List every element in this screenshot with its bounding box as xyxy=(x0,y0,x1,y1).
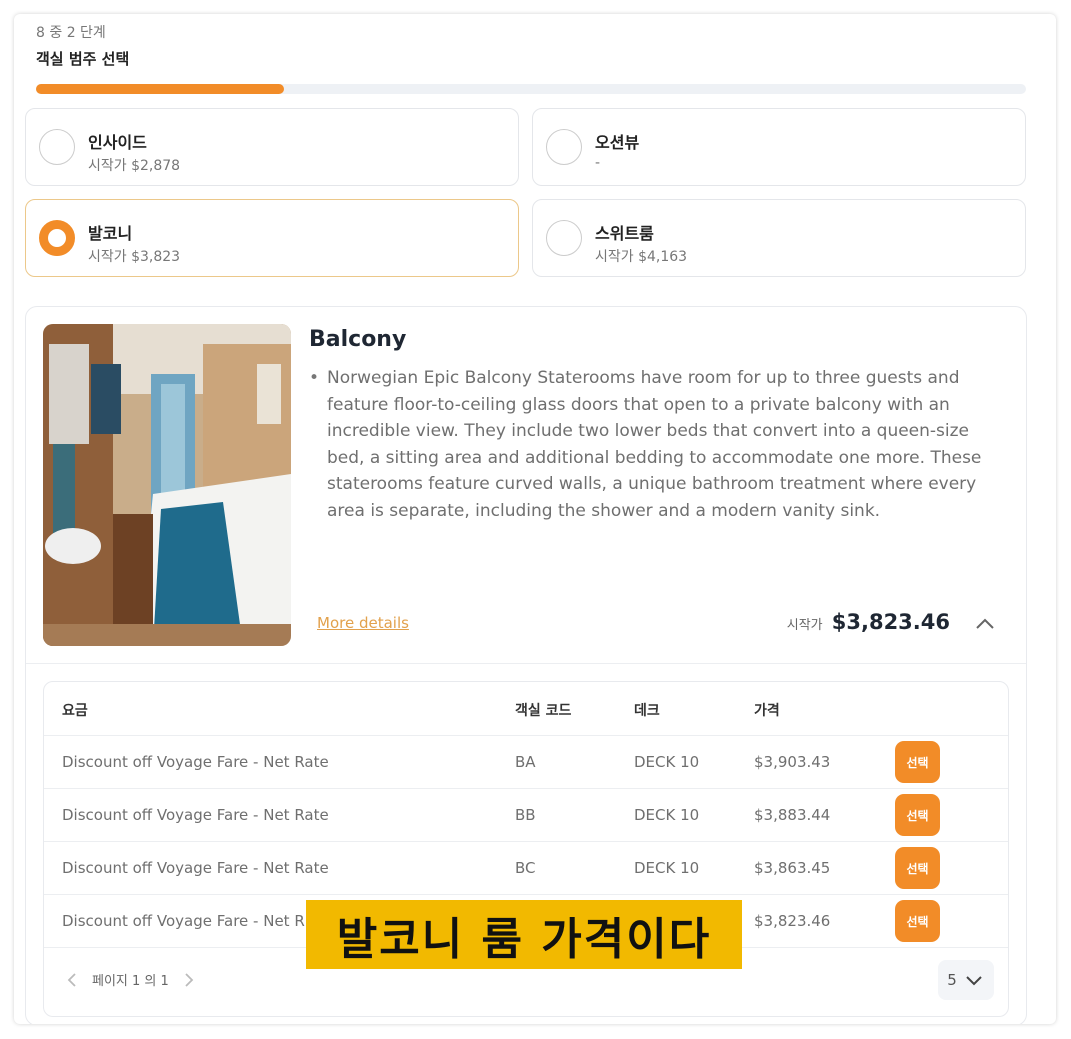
chevron-left-icon[interactable] xyxy=(64,971,82,989)
fare-cell: Discount off Voyage Fare - Net Rate xyxy=(62,806,329,824)
starting-price-value: $3,823.46 xyxy=(831,610,950,634)
pagination: 페이지 1 의 1 xyxy=(64,970,197,989)
cabin-code-cell: BC xyxy=(515,859,536,877)
cabin-code-cell: BB xyxy=(515,806,536,824)
page-indicator: 페이지 1 의 1 xyxy=(92,974,169,989)
price-cell: $3,883.44 xyxy=(754,806,831,824)
radio-button[interactable] xyxy=(546,220,582,256)
category-name: 발코니 xyxy=(88,224,133,243)
fare-cell: Discount off Voyage Fare - Net Rate xyxy=(62,753,329,771)
starting-price-label: 시작가 xyxy=(786,618,823,633)
select-button[interactable]: 선택 xyxy=(895,794,940,836)
column-header-cabin-code: 객실 코드 xyxy=(515,703,572,719)
category-option-oceanview[interactable]: 오션뷰 - xyxy=(532,108,1026,186)
starting-price: 시작가 $3,823.46 xyxy=(787,610,950,634)
chevron-right-icon[interactable] xyxy=(179,971,197,989)
step-title: 객실 범주 선택 xyxy=(36,50,130,68)
category-name: 인사이드 xyxy=(88,133,147,152)
price-cell: $3,823.46 xyxy=(754,912,831,930)
table-row: Discount off Voyage Fare - Net Rate BB D… xyxy=(44,789,1008,842)
caption-overlay: 발코니 룸 가격이다 xyxy=(306,900,742,969)
select-button[interactable]: 선택 xyxy=(895,741,940,783)
category-price: 시작가 $2,878 xyxy=(88,158,181,174)
column-header-fare: 요금 xyxy=(62,703,88,719)
fare-cell: Discount off Voyage Fare - Net Rate xyxy=(62,859,329,877)
radio-button[interactable] xyxy=(546,129,582,165)
cabin-photo-illustration xyxy=(43,324,291,646)
radio-button[interactable] xyxy=(39,129,75,165)
progress-fill xyxy=(36,84,284,94)
cabin-photo xyxy=(43,324,291,646)
progress-bar xyxy=(36,84,1026,94)
cabin-description: Norwegian Epic Balcony Staterooms have r… xyxy=(309,365,999,524)
column-header-price: 가격 xyxy=(754,703,780,719)
category-price: 시작가 $3,823 xyxy=(88,249,181,265)
chevron-up-icon[interactable] xyxy=(972,611,998,637)
price-cell: $3,903.43 xyxy=(754,753,831,771)
page-size-value: 5 xyxy=(947,971,957,989)
table-header: 요금 객실 코드 데크 가격 xyxy=(44,682,1008,736)
radio-button-selected[interactable] xyxy=(39,220,75,256)
more-details-link[interactable]: More details xyxy=(317,614,409,632)
divider xyxy=(26,663,1026,664)
cabin-code-cell: BA xyxy=(515,753,536,771)
category-name: 스위트룸 xyxy=(595,224,654,243)
deck-cell: DECK 10 xyxy=(634,753,700,771)
select-button[interactable]: 선택 xyxy=(895,900,940,942)
booking-panel: 8 중 2 단계 객실 범주 선택 인사이드 시작가 $2,878 오션뷰 - … xyxy=(14,14,1056,1024)
table-row: Discount off Voyage Fare - Net Rate BA D… xyxy=(44,736,1008,789)
deck-cell: DECK 10 xyxy=(634,806,700,824)
column-header-deck: 데크 xyxy=(634,703,660,719)
deck-cell: DECK 10 xyxy=(634,859,700,877)
category-name: 오션뷰 xyxy=(595,133,640,152)
category-price: 시작가 $4,163 xyxy=(595,249,688,265)
category-option-inside[interactable]: 인사이드 시작가 $2,878 xyxy=(25,108,519,186)
cabin-title: Balcony xyxy=(309,327,407,352)
step-count: 8 중 2 단계 xyxy=(36,25,106,41)
category-option-balcony[interactable]: 발코니 시작가 $3,823 xyxy=(25,199,519,277)
category-price: - xyxy=(595,155,601,171)
category-option-suite[interactable]: 스위트룸 시작가 $4,163 xyxy=(532,199,1026,277)
table-row: Discount off Voyage Fare - Net Rate BC D… xyxy=(44,842,1008,895)
fare-cell: Discount off Voyage Fare - Net R xyxy=(62,912,305,930)
select-button[interactable]: 선택 xyxy=(895,847,940,889)
chevron-down-icon xyxy=(966,976,982,986)
price-cell: $3,863.45 xyxy=(754,859,831,877)
page-size-select[interactable]: 5 xyxy=(938,960,994,1000)
